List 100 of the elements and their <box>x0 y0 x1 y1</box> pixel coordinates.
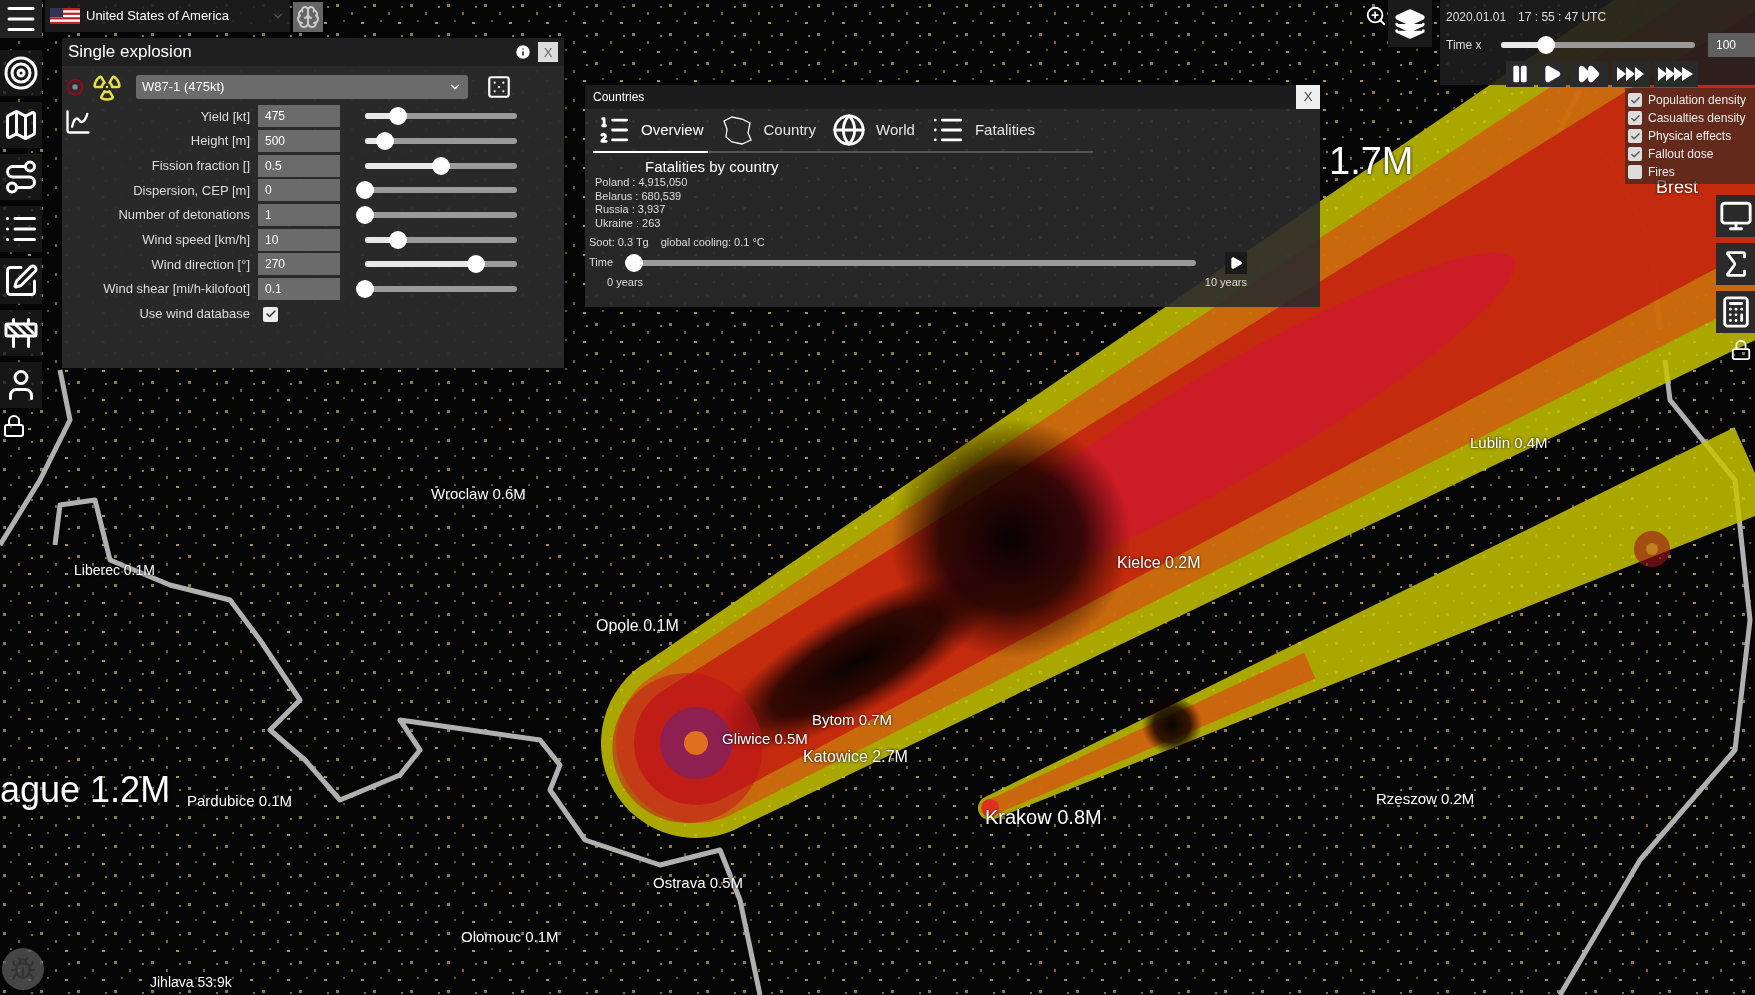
axis-label: 10 years <box>1204 274 1247 290</box>
play-icon <box>1229 255 1243 270</box>
city-label: Olomouc 0.1M <box>461 929 559 944</box>
dice-icon[interactable] <box>486 74 512 100</box>
map-button[interactable] <box>0 102 42 148</box>
axis-label: 0 years <box>607 274 644 290</box>
weapon-select[interactable]: W87-1 (475kt) <box>136 75 468 99</box>
panel-title: Countries <box>593 89 646 106</box>
brain-button[interactable] <box>293 2 323 32</box>
tab[interactable]: Fatalities <box>926 113 1039 153</box>
globe-icon <box>832 113 867 147</box>
tab[interactable]: Overview <box>593 113 708 153</box>
parameter-input[interactable]: 10 <box>258 228 340 251</box>
fast-forward-icon <box>1576 63 1602 85</box>
parameter-input[interactable]: 0.1 <box>258 278 340 301</box>
parameter-input[interactable]: 500 <box>258 130 340 153</box>
slider-label: Time x <box>1446 37 1483 54</box>
layers-icon <box>1394 7 1426 40</box>
date-text: 2020.01.01 <box>1446 9 1507 26</box>
construction-icon <box>3 315 39 351</box>
play-button[interactable] <box>1538 61 1566 87</box>
checkbox[interactable] <box>1628 147 1642 161</box>
city-label: Gliwice 0.5M <box>722 731 808 746</box>
quadruple-arrow-icon <box>1657 66 1695 82</box>
layer-label: Physical effects <box>1648 128 1732 145</box>
city-label: Jihlava 53.9k <box>150 975 232 989</box>
play-button[interactable] <box>1225 251 1247 274</box>
parameter-input[interactable]: 0 <box>258 179 340 202</box>
zoom-icon[interactable] <box>1365 5 1387 27</box>
faster-button[interactable] <box>1612 61 1650 87</box>
city-label: Lublin 0.4M <box>1470 435 1548 450</box>
parameter-label: Dispersion, CEP [m] <box>132 181 250 200</box>
fatality-row-text: Belarus : 680,539 <box>595 189 683 203</box>
city-label: Krakow 0.8M <box>985 807 1102 827</box>
pause-icon <box>1510 64 1530 84</box>
parameter-input[interactable]: 1 <box>258 204 340 227</box>
lock-icon[interactable] <box>2 414 26 438</box>
soot-text: Soot: 0.3 Tg <box>589 235 649 250</box>
checkbox[interactable] <box>1628 165 1642 179</box>
clock-text: 17 : 55 : 47 UTC <box>1518 9 1607 26</box>
parameter-input[interactable]: 270 <box>258 253 340 276</box>
checkbox[interactable] <box>1628 129 1642 143</box>
tab[interactable]: Country <box>715 113 821 153</box>
person-button[interactable] <box>0 362 42 408</box>
target-button[interactable] <box>0 50 42 96</box>
list-button[interactable] <box>0 206 42 252</box>
target-marker-icon <box>66 78 84 96</box>
construction-button[interactable] <box>0 310 42 356</box>
slider-label: Time <box>589 255 615 271</box>
fatality-row-text: Russia : 3,937 <box>595 203 667 217</box>
radiation-icon <box>92 72 122 102</box>
parameter-input[interactable]: 0.5 <box>258 154 340 177</box>
cooling-text: global cooling: 0.1 °C <box>660 235 765 250</box>
speed-input[interactable]: 100 <box>1708 33 1755 57</box>
pause-button[interactable] <box>1506 61 1534 87</box>
tab[interactable]: World <box>828 113 919 153</box>
parameter-label: Yield [kt] <box>199 107 250 126</box>
close-button[interactable]: X <box>538 42 558 62</box>
panel-title: Single explosion <box>68 41 193 64</box>
bug-icon <box>10 956 36 982</box>
country-select[interactable]: United States of America <box>45 0 290 32</box>
layers-button[interactable] <box>1388 0 1432 47</box>
checkbox[interactable] <box>1628 93 1642 107</box>
layer-label: Fires <box>1648 164 1675 180</box>
menu-button[interactable] <box>0 0 42 38</box>
chart-icon[interactable] <box>64 108 92 136</box>
map-icon <box>3 107 39 143</box>
city-label: Pardubice 0.1M <box>187 793 293 808</box>
monitor-icon <box>1718 199 1753 233</box>
parameter-label: Number of detonations <box>117 206 250 225</box>
route-icon <box>3 159 39 195</box>
layer-label: Fallout dose <box>1648 146 1714 163</box>
parameter-label: Wind direction [°] <box>150 255 250 274</box>
target-icon <box>3 55 39 91</box>
checkbox[interactable] <box>1628 111 1642 125</box>
brain-icon <box>296 5 320 29</box>
calculator-button[interactable] <box>1716 291 1755 333</box>
city-label: Brest <box>1656 178 1698 196</box>
route-button[interactable] <box>0 154 42 200</box>
triple-arrow-icon <box>1616 66 1646 82</box>
sum-button[interactable] <box>1716 243 1755 285</box>
monitor-button[interactable] <box>1716 195 1755 237</box>
fastest-button[interactable] <box>1654 61 1698 87</box>
parameter-label: Use wind database <box>138 305 250 324</box>
edit-button[interactable] <box>0 258 42 304</box>
section-heading: Fatalities by country <box>645 159 780 174</box>
target-marker <box>1634 531 1670 567</box>
play-icon <box>1542 64 1562 84</box>
parameter-label: Fission fraction [] <box>150 156 250 175</box>
info-icon[interactable] <box>514 43 532 61</box>
parameter-label: Height [m] <box>189 132 250 151</box>
layer-label: Casualties density <box>1648 110 1746 127</box>
parameter-input[interactable]: 475 <box>258 105 340 128</box>
city-label: Rzeszow 0.2M <box>1376 791 1475 806</box>
fast-forward-button[interactable] <box>1570 61 1608 87</box>
parameter-label: Wind speed [km/h] <box>141 231 250 250</box>
checkbox[interactable] <box>263 306 278 322</box>
close-button[interactable]: X <box>1296 85 1320 109</box>
lock-icon[interactable] <box>1730 339 1752 361</box>
fatality-row-text: Ukraine : 263 <box>595 216 662 230</box>
